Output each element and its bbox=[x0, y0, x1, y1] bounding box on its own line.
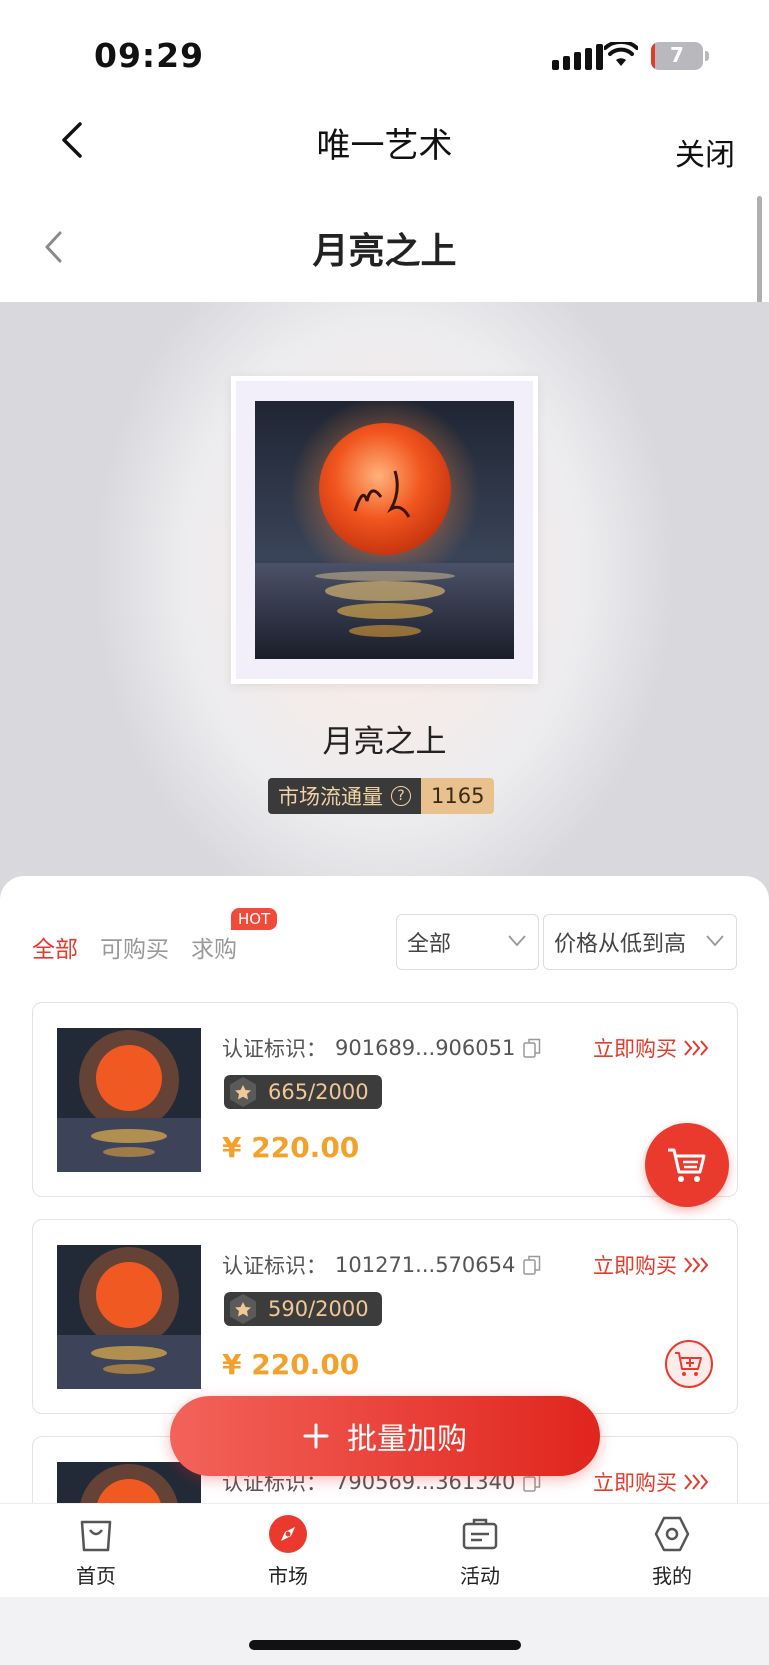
tab-home[interactable]: 首页 bbox=[36, 1514, 156, 1589]
battery-level: 7 bbox=[670, 43, 684, 67]
price: ¥ 220.00 bbox=[222, 1348, 360, 1381]
chevron-down-icon bbox=[508, 935, 526, 947]
tab-wanted[interactable]: 求购 bbox=[191, 930, 237, 964]
star-hexagon-icon bbox=[230, 1077, 256, 1107]
cert-label: 认证标识： bbox=[222, 1254, 327, 1278]
tab-wanted-wrap: 求购 HOT bbox=[191, 908, 278, 964]
tab-market-label: 市场 bbox=[268, 1564, 308, 1588]
circulation-value: 1165 bbox=[421, 778, 495, 814]
price: ¥ 220.00 bbox=[222, 1131, 360, 1164]
chevron-down-icon bbox=[706, 935, 724, 947]
cert-label: 认证标识： bbox=[222, 1037, 327, 1061]
add-cart-icon bbox=[675, 1352, 702, 1376]
circulation-label-box: 市场流通量 ? bbox=[268, 778, 421, 814]
chevrons-right-icon bbox=[684, 1474, 709, 1490]
bulk-add-button[interactable]: 批量加购 bbox=[170, 1396, 600, 1476]
listing-card[interactable]: 认证标识： 101271...570654 立即购买 590/2000 ¥ 22… bbox=[32, 1219, 738, 1414]
tab-activity[interactable]: 活动 bbox=[420, 1514, 540, 1589]
battery-tip bbox=[705, 51, 709, 61]
app-title: 唯一艺术 bbox=[316, 126, 453, 166]
hot-badge: HOT bbox=[231, 908, 278, 930]
buy-now-label: 立即购买 bbox=[593, 1471, 677, 1495]
bulk-add-label: 批量加购 bbox=[347, 1422, 467, 1457]
buy-now-link[interactable]: 立即购买 bbox=[593, 1467, 709, 1497]
cert-id-row: 认证标识： 901689...906051 bbox=[222, 1033, 541, 1063]
app-header: 唯一艺术 关闭 bbox=[0, 100, 769, 192]
chevrons-right-icon bbox=[684, 1040, 709, 1056]
ticket-icon bbox=[462, 1518, 498, 1550]
star-hexagon-icon bbox=[230, 1294, 256, 1324]
wifi-icon bbox=[604, 42, 638, 66]
page-title: 月亮之上 bbox=[312, 231, 457, 272]
artwork-title: 月亮之上 bbox=[322, 724, 447, 760]
cert-id: 101271...570654 bbox=[335, 1253, 516, 1277]
artwork-image[interactable] bbox=[255, 401, 514, 659]
close-button[interactable]: 关闭 bbox=[675, 130, 735, 174]
listing-thumbnail bbox=[57, 1245, 201, 1389]
filter-tabs: 全部 可购买 求购 HOT bbox=[32, 908, 278, 964]
home-indicator[interactable] bbox=[249, 1640, 521, 1650]
help-icon[interactable]: ? bbox=[391, 786, 411, 806]
cert-id: 901689...906051 bbox=[335, 1036, 516, 1060]
copy-icon[interactable] bbox=[523, 1038, 541, 1058]
tab-all[interactable]: 全部 bbox=[32, 930, 78, 964]
buy-now-label: 立即购买 bbox=[593, 1254, 677, 1278]
tab-buyable[interactable]: 可购买 bbox=[100, 930, 169, 964]
copy-icon[interactable] bbox=[523, 1255, 541, 1275]
category-dropdown-value: 全部 bbox=[407, 932, 452, 957]
buy-now-label: 立即购买 bbox=[593, 1037, 677, 1061]
serial-badge: 665/2000 bbox=[224, 1075, 382, 1109]
bottom-tab-bar: 首页 市场 活动 我的 bbox=[0, 1503, 769, 1597]
sort-dropdown-value: 价格从低到高 bbox=[554, 932, 687, 957]
cart-icon bbox=[668, 1148, 706, 1182]
tab-home-label: 首页 bbox=[76, 1564, 116, 1588]
tab-mine[interactable]: 我的 bbox=[612, 1514, 732, 1589]
signal-icon bbox=[552, 44, 603, 70]
status-time: 09:29 bbox=[94, 36, 205, 75]
plus-icon bbox=[303, 1423, 329, 1449]
shopping-bag-icon bbox=[80, 1520, 112, 1552]
buy-now-link[interactable]: 立即购买 bbox=[593, 1250, 709, 1280]
add-to-cart-button[interactable] bbox=[665, 1340, 713, 1388]
buy-now-link[interactable]: 立即购买 bbox=[593, 1033, 709, 1063]
tab-market[interactable]: 市场 bbox=[228, 1514, 348, 1589]
circulation-label: 市场流通量 bbox=[278, 785, 383, 809]
listing-card[interactable]: 认证标识： 901689...906051 立即购买 665/2000 ¥ 22… bbox=[32, 1002, 738, 1207]
sort-dropdown[interactable]: 价格从低到高 bbox=[543, 914, 737, 970]
serial-number: 590/2000 bbox=[268, 1297, 369, 1321]
chevrons-right-icon bbox=[684, 1257, 709, 1273]
status-bar: 09:29 7 bbox=[0, 0, 769, 100]
cert-id-row: 认证标识： 101271...570654 bbox=[222, 1250, 541, 1280]
compass-icon bbox=[269, 1515, 307, 1553]
serial-number: 665/2000 bbox=[268, 1080, 369, 1104]
page-header: 月亮之上 bbox=[0, 192, 769, 302]
artwork-frame bbox=[231, 376, 538, 684]
hexagon-icon bbox=[654, 1516, 690, 1552]
floating-cart-button[interactable] bbox=[645, 1123, 729, 1207]
tab-mine-label: 我的 bbox=[652, 1564, 692, 1588]
battery-icon: 7 bbox=[651, 42, 703, 70]
circulation-badge: 市场流通量 ? 1165 bbox=[268, 778, 495, 814]
tab-activity-label: 活动 bbox=[460, 1564, 500, 1588]
category-dropdown[interactable]: 全部 bbox=[396, 914, 539, 970]
listing-thumbnail bbox=[57, 1028, 201, 1172]
serial-badge: 590/2000 bbox=[224, 1292, 382, 1326]
hero-section: 月亮之上 市场流通量 ? 1165 bbox=[0, 302, 769, 902]
listing-thumbnail bbox=[57, 1462, 201, 1503]
